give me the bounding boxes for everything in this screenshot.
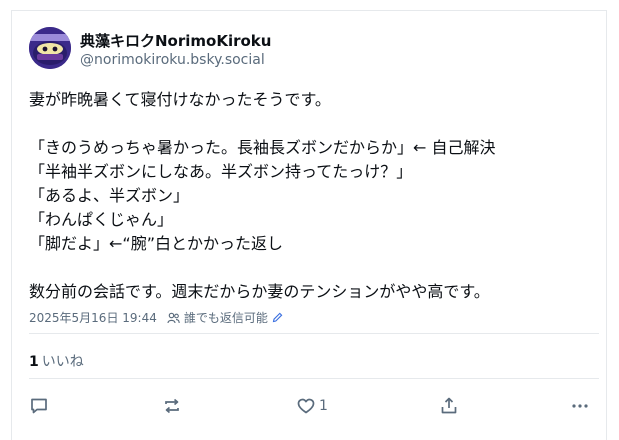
like-count-inline: 1 [319,398,328,414]
post-line: 「あるよ、半ズボン」 [29,186,190,205]
repost-icon [165,398,179,414]
post-line [29,112,599,136]
display-name[interactable]: 典藻キロクNorimoKiroku [80,30,271,51]
post-line: 「わんぱくじゃん」 [29,210,174,229]
timestamp[interactable]: 2025年5月16日 19:44 [29,309,157,326]
post-line: 「きのうめっちゃ暑かった。長袖長ズボンだからか」← 自己解決 [29,138,496,157]
purple-ninja-avatar-icon [29,27,71,69]
post-meta: 2025年5月16日 19:44 誰でも返信可能 [29,309,283,326]
post-line: 妻が昨晩暑くて寝付けなかったそうです。 [29,90,331,109]
repost-button[interactable] [162,391,182,421]
more-button[interactable] [570,391,590,421]
like-stats[interactable]: 1 いいね [29,351,84,371]
reply-icon [31,398,47,414]
post-line: 「半袖半ズボンにしなあ。半ズボン持ってたっけ？」 [29,162,413,181]
like-button[interactable]: 1 [296,391,328,421]
reply-setting[interactable]: 誰でも返信可能 [184,309,268,326]
post-line: 数分前の会話です。週末だからか妻のテンションがやや高です。 [29,282,490,301]
post-line: 「脚だよ」←“腕”白とかかった返し [29,234,283,253]
divider [29,378,599,379]
post-card: 典藻キロクNorimoKiroku @norimokiroku.bsky.soc… [11,10,607,440]
divider [29,333,599,334]
more-icon [572,404,588,408]
share-button[interactable] [439,391,459,421]
action-bar: 1 [12,391,608,421]
heart-icon [297,398,315,414]
post-text: 妻が昨晩暑くて寝付けなかったそうです。 「きのうめっちゃ暑かった。長袖長ズボンだ… [29,88,599,304]
like-count: 1 [29,354,39,370]
share-icon [441,397,457,414]
pencil-icon[interactable] [272,312,283,323]
handle[interactable]: @norimokiroku.bsky.social [80,52,265,68]
reply-button[interactable] [29,391,49,421]
avatar[interactable] [29,27,71,69]
post-line [29,256,599,280]
like-label: いいね [41,354,84,370]
people-icon [167,312,180,324]
